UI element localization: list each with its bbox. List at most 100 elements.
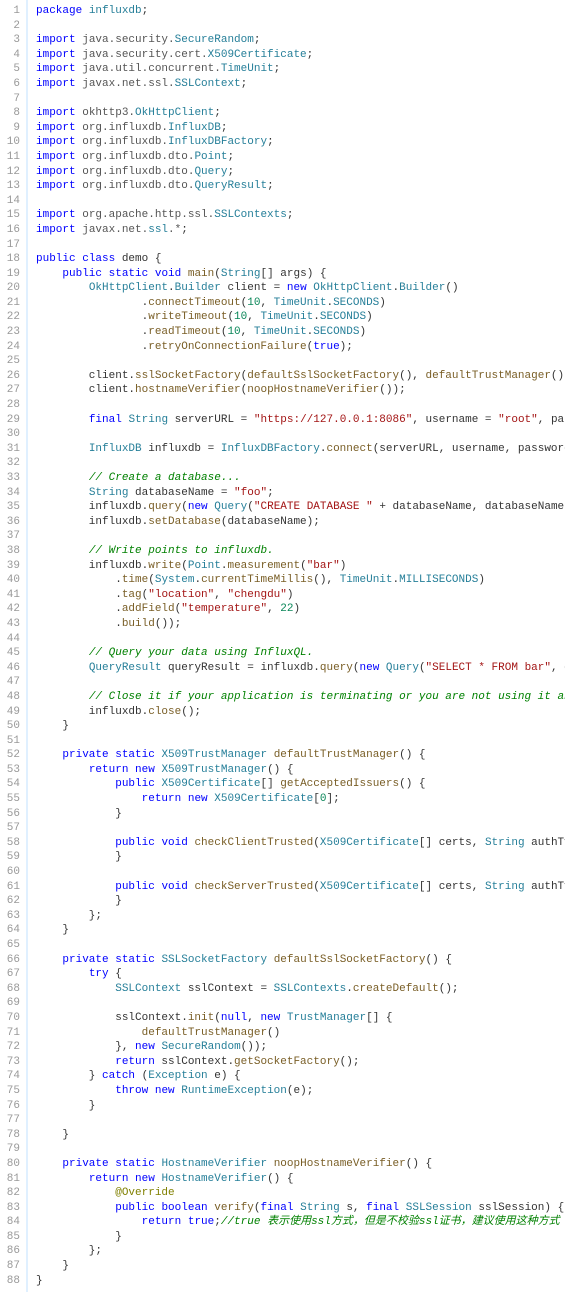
- code-line[interactable]: [36, 1113, 557, 1128]
- code-line[interactable]: [36, 19, 557, 34]
- code-line[interactable]: import java.security.SecureRandom;: [36, 33, 557, 48]
- code-line[interactable]: .connectTimeout(10, TimeUnit.SECONDS): [36, 296, 557, 311]
- code-line[interactable]: try {: [36, 967, 557, 982]
- code-line[interactable]: @Override: [36, 1186, 557, 1201]
- code-line[interactable]: influxdb.write(Point.measurement("bar"): [36, 559, 557, 574]
- code-line[interactable]: package influxdb;: [36, 4, 557, 19]
- code-line[interactable]: [36, 92, 557, 107]
- code-line[interactable]: [36, 238, 557, 253]
- code-line[interactable]: [36, 194, 557, 209]
- code-line[interactable]: String databaseName = "foo";: [36, 486, 557, 501]
- code-line[interactable]: defaultTrustManager(): [36, 1026, 557, 1041]
- code-line[interactable]: [36, 632, 557, 647]
- code-line[interactable]: return true;//true 表示使用ssl方式，但是不校验ssl证书，…: [36, 1215, 557, 1230]
- code-line[interactable]: }: [36, 850, 557, 865]
- code-line[interactable]: public void checkServerTrusted(X509Certi…: [36, 880, 557, 895]
- code-line[interactable]: [36, 427, 557, 442]
- code-line[interactable]: [36, 865, 557, 880]
- code-line[interactable]: [36, 996, 557, 1011]
- code-line[interactable]: import org.apache.http.ssl.SSLContexts;: [36, 208, 557, 223]
- code-line[interactable]: // Close it if your application is termi…: [36, 690, 557, 705]
- code-line[interactable]: .readTimeout(10, TimeUnit.SECONDS): [36, 325, 557, 340]
- code-line[interactable]: }: [36, 923, 557, 938]
- code-line[interactable]: QueryResult queryResult = influxdb.query…: [36, 661, 557, 676]
- line-number: 59: [4, 850, 20, 865]
- code-line[interactable]: }: [36, 807, 557, 822]
- line-number: 57: [4, 821, 20, 836]
- line-number: 80: [4, 1157, 20, 1172]
- code-line[interactable]: }: [36, 1230, 557, 1245]
- code-line[interactable]: import java.util.concurrent.TimeUnit;: [36, 62, 557, 77]
- code-line[interactable]: }: [36, 1259, 557, 1274]
- code-line[interactable]: .addField("temperature", 22): [36, 602, 557, 617]
- line-number: 47: [4, 675, 20, 690]
- code-line[interactable]: [36, 675, 557, 690]
- code-line[interactable]: }, new SecureRandom());: [36, 1040, 557, 1055]
- line-number: 55: [4, 792, 20, 807]
- line-number: 25: [4, 354, 20, 369]
- code-line[interactable]: [36, 1142, 557, 1157]
- code-line[interactable]: private static SSLSocketFactory defaultS…: [36, 953, 557, 968]
- line-number: 83: [4, 1201, 20, 1216]
- code-line[interactable]: import org.influxdb.InfluxDBFactory;: [36, 135, 557, 150]
- code-line[interactable]: InfluxDB influxdb = InfluxDBFactory.conn…: [36, 442, 557, 457]
- code-line[interactable]: import org.influxdb.dto.Point;: [36, 150, 557, 165]
- code-line[interactable]: import java.security.cert.X509Certificat…: [36, 48, 557, 63]
- code-line[interactable]: client.sslSocketFactory(defaultSslSocket…: [36, 369, 557, 384]
- code-line[interactable]: return new HostnameVerifier() {: [36, 1172, 557, 1187]
- code-line[interactable]: import javax.net.ssl.*;: [36, 223, 557, 238]
- code-line[interactable]: return new X509Certificate[0];: [36, 792, 557, 807]
- code-line[interactable]: [36, 354, 557, 369]
- code-line[interactable]: .time(System.currentTimeMillis(), TimeUn…: [36, 573, 557, 588]
- code-line[interactable]: [36, 821, 557, 836]
- code-line[interactable]: // Query your data using InfluxQL.: [36, 646, 557, 661]
- code-line[interactable]: }: [36, 1128, 557, 1143]
- code-line[interactable]: return sslContext.getSocketFactory();: [36, 1055, 557, 1070]
- code-line[interactable]: private static X509TrustManager defaultT…: [36, 748, 557, 763]
- code-line[interactable]: // Create a database...: [36, 471, 557, 486]
- code-line[interactable]: public void checkClientTrusted(X509Certi…: [36, 836, 557, 851]
- code-line[interactable]: influxdb.close();: [36, 705, 557, 720]
- code-line[interactable]: influxdb.query(new Query("CREATE DATABAS…: [36, 500, 557, 515]
- line-number: 21: [4, 296, 20, 311]
- line-number: 11: [4, 150, 20, 165]
- code-line[interactable]: .build());: [36, 617, 557, 632]
- code-line[interactable]: public boolean verify(final String s, fi…: [36, 1201, 557, 1216]
- code-line[interactable]: }: [36, 1274, 557, 1289]
- line-number: 62: [4, 894, 20, 909]
- code-line[interactable]: import javax.net.ssl.SSLContext;: [36, 77, 557, 92]
- code-line[interactable]: }: [36, 1099, 557, 1114]
- code-line[interactable]: OkHttpClient.Builder client = new OkHttp…: [36, 281, 557, 296]
- code-line[interactable]: throw new RuntimeException(e);: [36, 1084, 557, 1099]
- code-line[interactable]: sslContext.init(null, new TrustManager[]…: [36, 1011, 557, 1026]
- code-line[interactable]: public static void main(String[] args) {: [36, 267, 557, 282]
- code-line[interactable]: }: [36, 719, 557, 734]
- code-line[interactable]: };: [36, 1244, 557, 1259]
- code-line[interactable]: [36, 734, 557, 749]
- code-line[interactable]: [36, 529, 557, 544]
- code-line[interactable]: public X509Certificate[] getAcceptedIssu…: [36, 777, 557, 792]
- code-line[interactable]: import org.influxdb.InfluxDB;: [36, 121, 557, 136]
- code-line[interactable]: };: [36, 909, 557, 924]
- code-line[interactable]: public class demo {: [36, 252, 557, 267]
- code-line[interactable]: .writeTimeout(10, TimeUnit.SECONDS): [36, 310, 557, 325]
- code-line[interactable]: import okhttp3.OkHttpClient;: [36, 106, 557, 121]
- code-line[interactable]: final String serverURL = "https://127.0.…: [36, 413, 557, 428]
- code-line[interactable]: client.hostnameVerifier(noopHostnameVeri…: [36, 383, 557, 398]
- code-line[interactable]: import org.influxdb.dto.Query;: [36, 165, 557, 180]
- code-line[interactable]: [36, 938, 557, 953]
- code-line[interactable]: // Write points to influxdb.: [36, 544, 557, 559]
- code-line[interactable]: [36, 456, 557, 471]
- code-line[interactable]: import org.influxdb.dto.QueryResult;: [36, 179, 557, 194]
- code-line[interactable]: return new X509TrustManager() {: [36, 763, 557, 778]
- code-line[interactable]: private static HostnameVerifier noopHost…: [36, 1157, 557, 1172]
- code-line[interactable]: influxdb.setDatabase(databaseName);: [36, 515, 557, 530]
- code-line[interactable]: }: [36, 894, 557, 909]
- line-number: 84: [4, 1215, 20, 1230]
- code-line[interactable]: [36, 398, 557, 413]
- code-line[interactable]: .retryOnConnectionFailure(true);: [36, 340, 557, 355]
- code-line[interactable]: .tag("location", "chengdu"): [36, 588, 557, 603]
- code-editor[interactable]: package influxdb; import java.security.Se…: [28, 0, 565, 1292]
- code-line[interactable]: SSLContext sslContext = SSLContexts.crea…: [36, 982, 557, 997]
- code-line[interactable]: } catch (Exception e) {: [36, 1069, 557, 1084]
